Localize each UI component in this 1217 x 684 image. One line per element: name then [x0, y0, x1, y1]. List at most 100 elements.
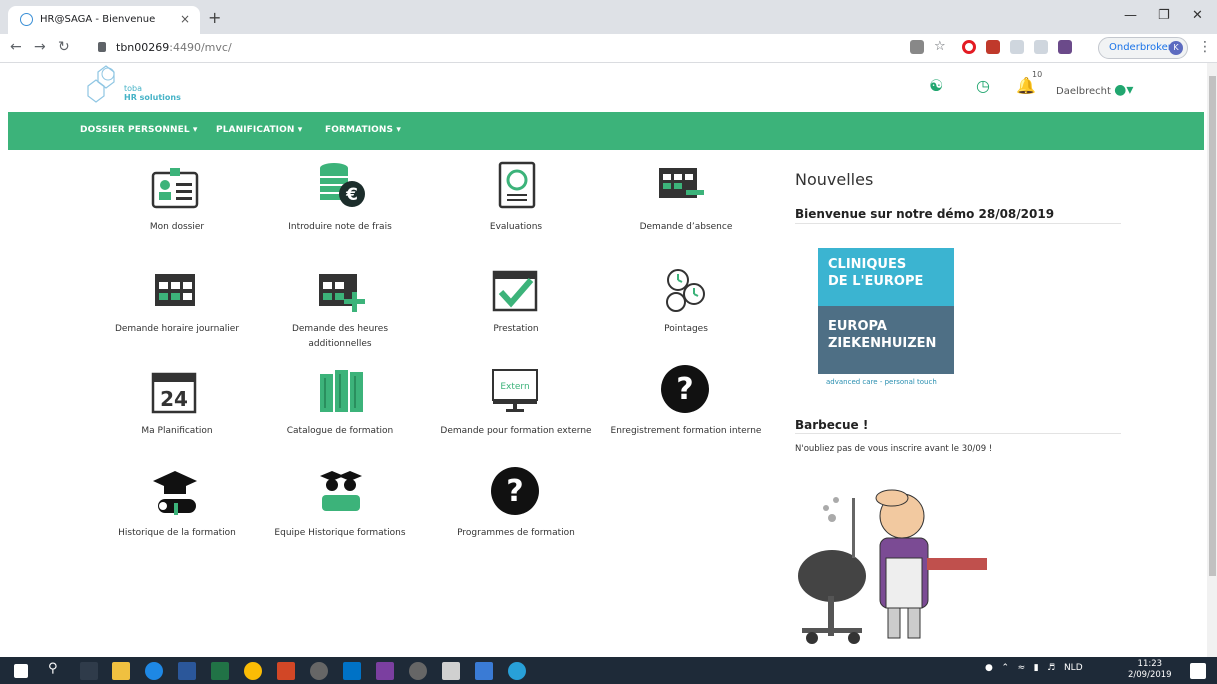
barbecue-illustration — [798, 489, 987, 644]
clinic-logo-image: CLINIQUES DE L'EUROPE EUROPA ZIEKENHUIZE… — [818, 248, 954, 374]
divider — [795, 223, 1121, 224]
system-tray[interactable]: ● ⌃ ≈ ▮ ♬ NLD — [985, 663, 1083, 673]
question-icon[interactable]: ? — [660, 364, 710, 414]
app-icon[interactable] — [376, 662, 394, 680]
tile-catalogue-de-formation[interactable]: Catalogue de formation — [260, 424, 420, 439]
extension-icon[interactable] — [1034, 40, 1048, 54]
scrollbar-thumb[interactable] — [1209, 76, 1216, 576]
extension-icon[interactable] — [1058, 40, 1072, 54]
tile-pointages[interactable]: Pointages — [606, 322, 766, 337]
clock-date: 2/09/2019 — [1128, 670, 1172, 680]
tile-historique-de-la-formation[interactable]: Historique de la formation — [97, 526, 257, 541]
back-icon[interactable]: ← — [10, 39, 22, 55]
lock-icon — [98, 42, 106, 52]
url-input[interactable]: tbn00269:4490/mvc/ — [94, 37, 884, 59]
tile-enregistrement-formation-interne[interactable]: Enregistrement formation interne — [606, 424, 766, 439]
tile-demande-heures-additionnelles[interactable]: Demande des heures additionnelles — [260, 322, 420, 352]
question-icon[interactable]: ? — [490, 466, 540, 516]
chevron-up-icon[interactable]: ⌃ — [1001, 663, 1009, 673]
tile-demande-formation-externe[interactable]: Demande pour formation externe — [436, 424, 596, 439]
clocks-icon[interactable] — [660, 266, 710, 316]
user-menu[interactable]: Daelbrecht ●▾ — [1056, 82, 1133, 98]
edge-icon[interactable] — [145, 662, 163, 680]
app-icon[interactable] — [508, 662, 526, 680]
opera-icon[interactable] — [962, 40, 976, 54]
bookmark-star-icon[interactable]: ☆ — [934, 39, 946, 54]
reload-icon[interactable]: ↻ — [58, 39, 70, 55]
new-tab-button[interactable]: + — [208, 8, 221, 27]
id-card-icon[interactable] — [150, 163, 200, 213]
nav-formations[interactable]: FORMATIONS ▾ — [325, 125, 401, 135]
volume-icon[interactable]: ♬ — [1047, 663, 1055, 673]
tile-evaluations[interactable]: Evaluations — [436, 220, 596, 235]
calculator-icon[interactable] — [442, 662, 460, 680]
settings-gear-icon[interactable] — [409, 662, 427, 680]
coins-euro-icon[interactable]: € — [316, 160, 366, 210]
tile-introduire-note-de-frais[interactable]: Introduire note de frais — [260, 220, 420, 235]
wifi-icon[interactable]: ≈ — [1018, 663, 1026, 673]
svg-text:EUROPA: EUROPA — [828, 319, 887, 334]
team-graduation-icon[interactable] — [316, 465, 366, 515]
outlook-icon[interactable] — [343, 662, 361, 680]
chrome-icon[interactable] — [244, 662, 262, 680]
url-path: :4490/mvc/ — [169, 41, 232, 54]
forward-icon[interactable]: → — [34, 39, 46, 55]
minimize-icon[interactable]: — — [1124, 8, 1137, 23]
paused-label: Onderbroken — [1109, 42, 1175, 53]
username-label: Daelbrecht — [1056, 86, 1111, 97]
tile-programmes-de-formation[interactable]: Programmes de formation — [436, 526, 596, 541]
notification-count: 10 — [1032, 70, 1043, 79]
calendar-minus-icon[interactable] — [656, 160, 706, 210]
browser-tab[interactable]: HR@SAGA - Bienvenue × — [8, 6, 200, 34]
tile-equipe-historique-formations[interactable]: Equipe Historique formations — [260, 526, 420, 541]
clock-icon[interactable]: ◷ — [976, 76, 990, 95]
extension-icon[interactable] — [1010, 40, 1024, 54]
search-icon[interactable]: ⚲ — [48, 661, 58, 676]
calendar-icon[interactable] — [152, 268, 202, 318]
news-item-title[interactable]: Bienvenue sur notre démo 28/08/2019 — [795, 207, 1054, 221]
euro-glyph: € — [345, 185, 358, 205]
powerpoint-icon[interactable] — [277, 662, 295, 680]
tab-close-icon[interactable]: × — [180, 12, 190, 26]
language-indicator[interactable]: NLD — [1064, 663, 1083, 673]
restore-icon[interactable]: ❐ — [1158, 8, 1170, 23]
calendar-check-icon[interactable] — [491, 266, 541, 316]
nav-dossier-personnel[interactable]: DOSSIER PERSONNEL ▾ — [80, 125, 198, 135]
svg-text:ZIEKENHUIZEN: ZIEKENHUIZEN — [828, 336, 936, 351]
extern-screen-icon[interactable]: Extern — [490, 366, 540, 416]
menu-dots-icon[interactable]: ⋮ — [1198, 39, 1212, 55]
logo-text-line1: toba — [124, 84, 143, 93]
tile-ma-planification[interactable]: Ma Planification — [97, 424, 257, 439]
excel-icon[interactable] — [211, 662, 229, 680]
news-item-title[interactable]: Barbecue ! — [795, 418, 868, 432]
translate-icon[interactable] — [910, 40, 924, 54]
word-icon[interactable] — [178, 662, 196, 680]
graduation-icon[interactable] — [150, 467, 200, 517]
tile-demande-horaire-journalier[interactable]: Demande horaire journalier — [97, 322, 257, 337]
nav-planification[interactable]: PLANIFICATION ▾ — [216, 125, 302, 135]
url-host: tbn00269 — [116, 41, 170, 54]
evaluation-doc-icon[interactable] — [492, 160, 542, 210]
handshake-icon[interactable]: ☯ — [929, 76, 943, 95]
svg-text:?: ? — [676, 372, 693, 407]
tile-demande-absence[interactable]: Demande d’absence — [606, 220, 766, 235]
app-icon[interactable] — [475, 662, 493, 680]
tile-mon-dossier[interactable]: Mon dossier — [97, 220, 257, 235]
file-explorer-icon[interactable] — [112, 662, 130, 680]
battery-icon[interactable]: ▮ — [1034, 663, 1039, 673]
window-close-icon[interactable]: ✕ — [1192, 8, 1203, 23]
settings-gear-icon[interactable] — [310, 662, 328, 680]
profile-paused-button[interactable]: Onderbroken K — [1098, 37, 1188, 59]
people-icon[interactable]: ● — [985, 663, 993, 673]
calendar-24-icon[interactable]: 24 — [150, 368, 200, 418]
windows-start-icon[interactable] — [14, 664, 28, 678]
extern-text: Extern — [500, 382, 529, 392]
notification-center-icon[interactable] — [1190, 663, 1206, 679]
calendar-plus-icon[interactable] — [316, 268, 366, 318]
books-icon[interactable] — [318, 366, 368, 416]
task-view-icon[interactable] — [80, 662, 98, 680]
tile-prestation[interactable]: Prestation — [436, 322, 596, 337]
user-icon: ●▾ — [1114, 82, 1134, 98]
clock[interactable]: 11:23 2/09/2019 — [1128, 659, 1172, 681]
pdf-extension-icon[interactable] — [986, 40, 1000, 54]
